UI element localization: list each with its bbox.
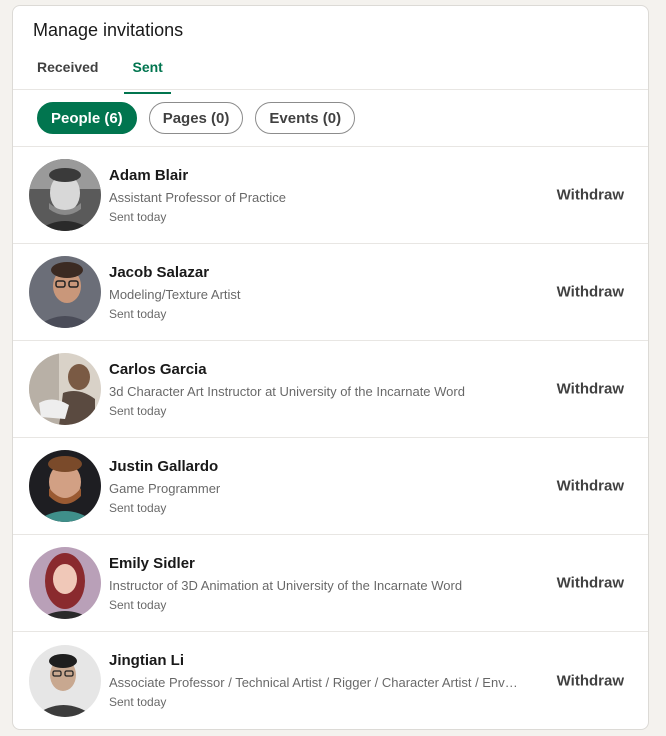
sent-time: Sent today bbox=[109, 500, 167, 515]
invitation-info: Justin Gallardo Game Programmer Sent tod… bbox=[109, 457, 529, 516]
invitation-row: Carlos Garcia 3d Character Art Instructo… bbox=[13, 341, 648, 438]
sent-time: Sent today bbox=[109, 209, 167, 224]
invitee-name[interactable]: Jingtian Li bbox=[109, 651, 529, 671]
invitee-name[interactable]: Adam Blair bbox=[109, 166, 529, 186]
invitations-card: Manage invitations Received Sent People … bbox=[12, 5, 649, 730]
invitee-headline: Game Programmer bbox=[109, 480, 221, 496]
invitee-name[interactable]: Jacob Salazar bbox=[109, 263, 529, 283]
sent-time: Sent today bbox=[109, 306, 167, 321]
avatar[interactable] bbox=[29, 450, 101, 522]
filter-people-pill[interactable]: People (6) bbox=[37, 102, 137, 134]
withdraw-button[interactable]: Withdraw bbox=[557, 672, 624, 689]
sent-time: Sent today bbox=[109, 597, 167, 612]
avatar[interactable] bbox=[29, 644, 101, 717]
filter-pages-pill[interactable]: Pages (0) bbox=[148, 102, 244, 134]
invitee-headline: Associate Professor / Technical Artist /… bbox=[109, 675, 519, 690]
invitation-info: Jingtian Li Associate Professor / Techni… bbox=[109, 651, 529, 710]
invitation-row: Justin Gallardo Game Programmer Sent tod… bbox=[13, 438, 648, 535]
tab-sent[interactable]: Sent bbox=[124, 59, 172, 94]
invitation-row: Jingtian Li Associate Professor / Techni… bbox=[13, 632, 648, 729]
invitee-headline: Instructor of 3D Animation at University… bbox=[109, 577, 463, 593]
invitee-name[interactable]: Carlos Garcia bbox=[109, 360, 529, 380]
withdraw-button[interactable]: Withdraw bbox=[557, 284, 624, 301]
invitations-header: Manage invitations Received Sent bbox=[13, 6, 648, 94]
invitation-list: Adam Blair Assistant Professor of Practi… bbox=[13, 147, 648, 729]
avatar[interactable] bbox=[29, 353, 101, 425]
withdraw-button[interactable]: Withdraw bbox=[557, 478, 624, 495]
invitee-name[interactable]: Justin Gallardo bbox=[109, 457, 529, 477]
tab-received[interactable]: Received bbox=[33, 59, 98, 93]
invitation-tabs: Received Sent bbox=[33, 59, 628, 94]
invitation-row: Jacob Salazar Modeling/Texture Artist Se… bbox=[13, 244, 648, 341]
withdraw-button[interactable]: Withdraw bbox=[557, 381, 624, 398]
avatar[interactable] bbox=[29, 547, 101, 619]
avatar[interactable] bbox=[29, 256, 101, 328]
sent-time: Sent today bbox=[109, 403, 167, 418]
avatar[interactable] bbox=[29, 159, 101, 231]
sent-time: Sent today bbox=[109, 695, 167, 709]
withdraw-button[interactable]: Withdraw bbox=[557, 187, 624, 204]
invitee-headline: Assistant Professor of Practice bbox=[109, 189, 287, 205]
invitation-row: Emily Sidler Instructor of 3D Animation … bbox=[13, 535, 648, 632]
invitation-row: Adam Blair Assistant Professor of Practi… bbox=[13, 147, 648, 244]
invitation-info: Emily Sidler Instructor of 3D Animation … bbox=[109, 554, 529, 613]
page-title: Manage invitations bbox=[33, 20, 184, 40]
invitee-headline: Modeling/Texture Artist bbox=[109, 286, 241, 302]
invitation-info: Adam Blair Assistant Professor of Practi… bbox=[109, 166, 529, 225]
invitation-info: Jacob Salazar Modeling/Texture Artist Se… bbox=[109, 263, 529, 322]
filter-pills: People (6) Pages (0) Events (0) bbox=[13, 90, 648, 147]
filter-events-pill[interactable]: Events (0) bbox=[255, 102, 356, 134]
withdraw-button[interactable]: Withdraw bbox=[557, 575, 624, 592]
invitee-headline: 3d Character Art Instructor at Universit… bbox=[109, 383, 465, 399]
invitee-name[interactable]: Emily Sidler bbox=[109, 554, 529, 574]
invitation-info: Carlos Garcia 3d Character Art Instructo… bbox=[109, 360, 529, 419]
